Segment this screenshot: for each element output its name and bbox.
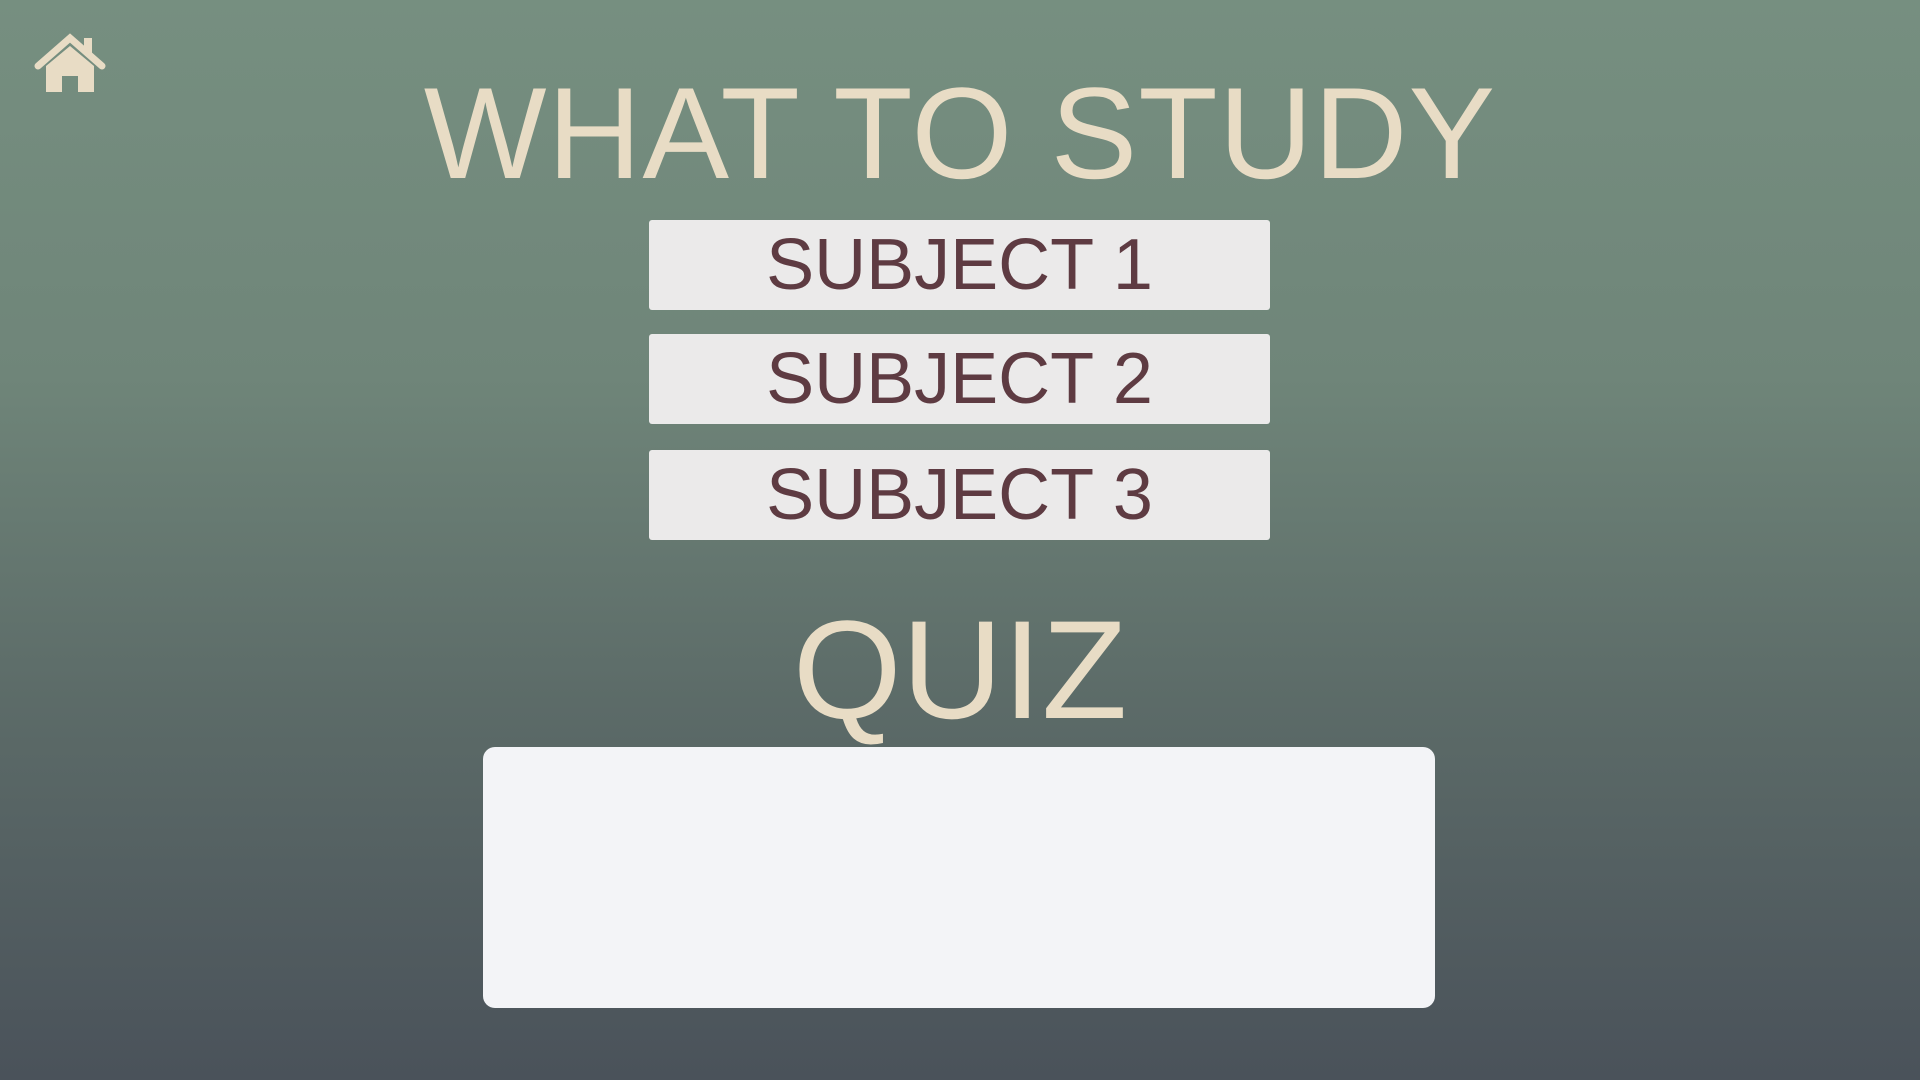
quiz-panel[interactable] xyxy=(483,747,1435,1008)
subject-button-2[interactable]: SUBJECT 2 xyxy=(649,334,1270,424)
quiz-title: QUIZ xyxy=(792,591,1128,748)
page-title: WHAT TO STUDY xyxy=(423,60,1497,206)
subject-button-3[interactable]: SUBJECT 3 xyxy=(649,450,1270,540)
subject-button-1[interactable]: SUBJECT 1 xyxy=(649,220,1270,310)
